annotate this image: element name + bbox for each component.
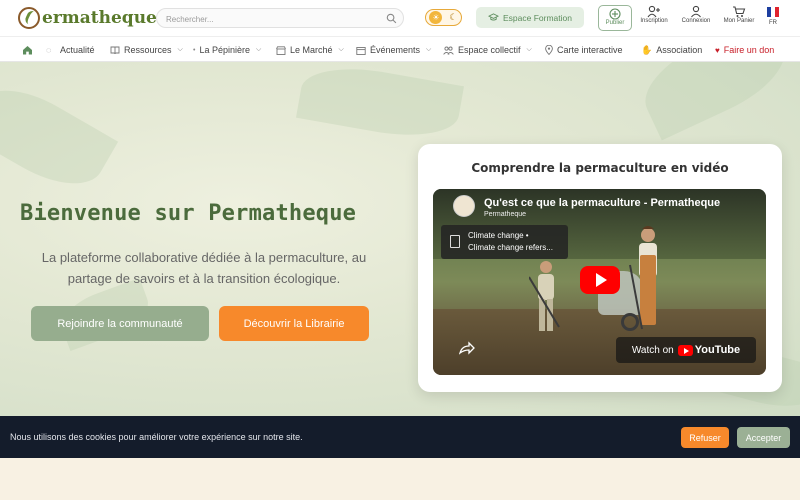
video-channel[interactable]: Permatheque: [484, 211, 526, 218]
discover-library-button[interactable]: Découvrir la Librairie: [219, 306, 369, 341]
youtube-video-player[interactable]: Qu'est ce que la permaculture - Permathe…: [433, 189, 766, 375]
connexion-label: Connexion: [681, 18, 711, 24]
inscription-button[interactable]: Inscription: [636, 5, 672, 31]
user-plus-icon: [647, 5, 660, 18]
search-input[interactable]: [166, 12, 376, 26]
nav-label: Événements: [370, 45, 421, 55]
hero-subtitle: La plateforme collaborative dédiée à la …: [41, 250, 367, 286]
cookie-banner: Nous utilisons des cookies pour améliore…: [0, 416, 800, 458]
nav-item-pepiniere[interactable]: • La Pépinière ⌵: [193, 43, 261, 57]
nav-item-espace-collectif[interactable]: Espace collectif ⌵: [443, 43, 532, 57]
moon-icon: ☾: [449, 12, 458, 23]
share-icon[interactable]: [459, 341, 475, 355]
youtube-icon: YouTube: [677, 344, 741, 356]
join-community-button[interactable]: Rejoindre la communauté: [31, 306, 209, 341]
chapter-line: Climate change refers...: [468, 243, 553, 252]
leaf-icon: ◌: [46, 45, 52, 55]
nav-label: La Pépinière: [199, 45, 250, 55]
youtube-label: YouTube: [694, 344, 741, 356]
nav-item-marche[interactable]: Le Marché ⌵: [276, 43, 344, 57]
sprout-icon: •: [193, 46, 196, 54]
nav-item-carte[interactable]: Carte interactive: [545, 43, 623, 57]
nav-label: Actualité: [60, 45, 95, 55]
nav-item-ressources[interactable]: Ressources ⌵: [110, 43, 183, 57]
user-icon: [691, 5, 701, 18]
youtube-play-icon: [677, 344, 693, 356]
top-header: ermatheque ☀ ☾ Espace Formation Publier: [0, 0, 800, 36]
connexion-button[interactable]: Connexion: [677, 5, 715, 31]
play-icon[interactable]: [580, 266, 620, 294]
chapter-line: Climate change •: [468, 231, 529, 240]
chevron-down-icon: ⌵: [256, 46, 262, 53]
language-selector[interactable]: FR: [764, 5, 782, 31]
plus-circle-icon: [609, 8, 621, 20]
leaf-decoration: [0, 71, 119, 203]
video-person: [529, 261, 560, 331]
hand-icon: ✋: [641, 44, 653, 55]
cookie-refuse-button[interactable]: Refuser: [681, 427, 729, 448]
graduation-icon: [488, 13, 499, 21]
home-icon: [23, 46, 32, 55]
nav-label: Le Marché: [290, 45, 333, 55]
inscription-label: Inscription: [640, 18, 668, 24]
panier-label: Mon Panier: [723, 18, 755, 24]
hero-title: Bienvenue sur Permatheque: [20, 201, 357, 226]
users-icon: [443, 46, 454, 55]
nav-item-don[interactable]: ♥ Faire un don: [715, 43, 774, 57]
heart-icon: ♥: [715, 45, 720, 55]
book-icon: [110, 46, 120, 54]
nav-label: Espace collectif: [458, 45, 521, 55]
cart-icon: [733, 6, 746, 17]
theme-toggle[interactable]: ☀ ☾: [425, 9, 462, 26]
video-person: [629, 226, 657, 330]
logo-text: ermatheque: [42, 8, 157, 28]
watch-on-youtube-button[interactable]: Watch on YouTube: [616, 337, 756, 363]
nav-item-evenements[interactable]: Événements ⌵: [356, 43, 431, 57]
nav-label: Faire un don: [723, 45, 775, 55]
map-pin-icon: [545, 45, 553, 55]
nav-label: Association: [656, 45, 703, 55]
publish-button[interactable]: Publier: [598, 5, 632, 31]
chapter-overlay[interactable]: Climate change • Climate change refers..…: [441, 225, 568, 259]
leaf-decoration: [632, 62, 798, 141]
channel-avatar[interactable]: [453, 195, 475, 217]
cookie-text: Nous utilisons des cookies pour améliore…: [10, 432, 303, 442]
document-icon: [450, 235, 460, 248]
main-nav: ◌ Actualité Ressources ⌵ • La Pépinière …: [0, 36, 800, 62]
language-label: FR: [769, 20, 777, 26]
logo-mark-icon: [18, 7, 40, 29]
nav-label: Ressources: [124, 45, 172, 55]
page-bottom: [0, 458, 800, 500]
espace-formation-label: Espace Formation: [503, 12, 572, 23]
logo[interactable]: ermatheque: [18, 6, 157, 30]
video-card-title: Comprendre la permaculture en vidéo: [471, 161, 729, 175]
chevron-down-icon: ⌵: [177, 46, 183, 53]
nav-item-association[interactable]: ✋ Association: [641, 43, 702, 57]
espace-formation-button[interactable]: Espace Formation: [476, 7, 584, 28]
flag-fr-icon: [767, 7, 779, 17]
nav-home[interactable]: [22, 43, 33, 57]
search-bar: [156, 8, 404, 28]
cart-button[interactable]: Mon Panier: [720, 5, 758, 31]
nav-item-actualite[interactable]: ◌ Actualité: [46, 43, 95, 57]
cookie-accept-button[interactable]: Accepter: [737, 427, 790, 448]
video-title[interactable]: Qu'est ce que la permaculture - Permathe…: [484, 197, 720, 209]
video-card: Comprendre la permaculture en vidéo Qu'e…: [418, 144, 782, 392]
sun-icon: ☀: [429, 11, 443, 24]
publish-label: Publier: [605, 20, 625, 26]
watch-on-label: Watch on: [631, 344, 674, 356]
shop-icon: [276, 45, 286, 55]
calendar-icon: [356, 46, 366, 55]
chevron-down-icon: ⌵: [338, 46, 344, 53]
chevron-down-icon: ⌵: [426, 46, 432, 53]
nav-label: Carte interactive: [557, 45, 623, 55]
chevron-down-icon: ⌵: [526, 46, 532, 53]
leaf-decoration: [296, 62, 464, 146]
hero-section: Bienvenue sur Permatheque La plateforme …: [0, 62, 800, 416]
search-icon[interactable]: [386, 13, 397, 24]
